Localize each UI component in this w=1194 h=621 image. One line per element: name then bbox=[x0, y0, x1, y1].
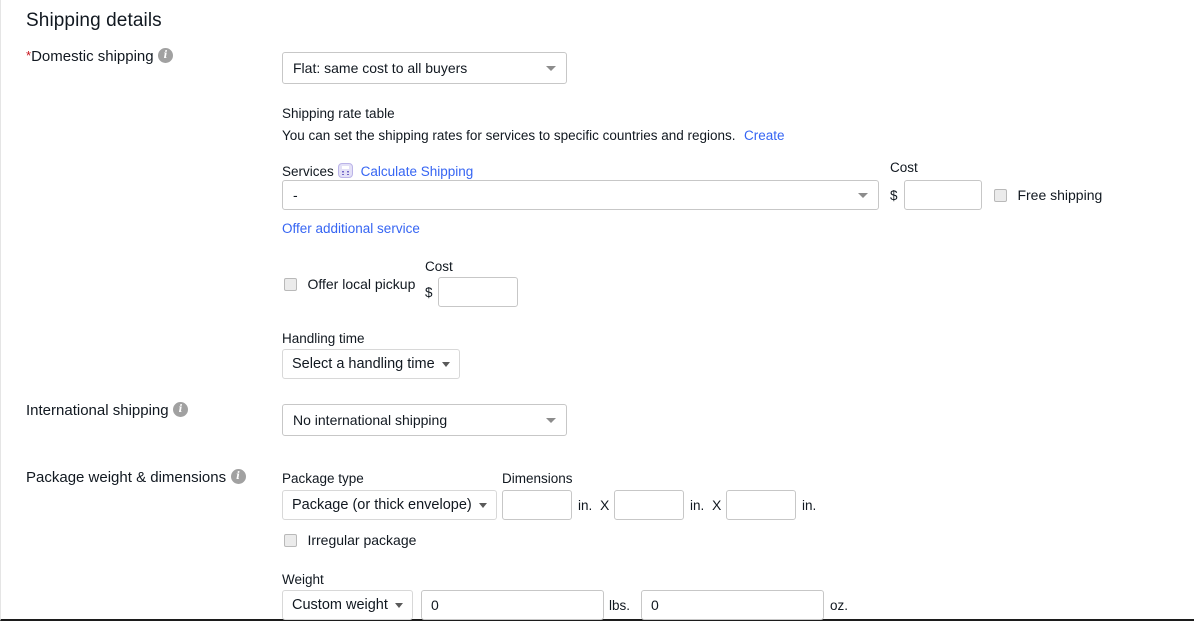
handling-time-select-value: Select a handling time bbox=[292, 356, 435, 372]
chevron-down-icon bbox=[442, 362, 450, 367]
weight-label: Weight bbox=[282, 572, 324, 587]
free-shipping-checkbox[interactable] bbox=[994, 189, 1007, 202]
handling-time-label: Handling time bbox=[282, 331, 365, 346]
shipping-rate-table-description-row: You can set the shipping rates for servi… bbox=[282, 127, 785, 145]
package-weight-dimensions-label: Package weight & dimensions bbox=[26, 469, 226, 486]
weight-lbs-unit: lbs. bbox=[609, 598, 630, 613]
cost-input[interactable] bbox=[904, 180, 982, 210]
package-type-label: Package type bbox=[282, 471, 364, 486]
info-icon-domestic-shipping[interactable]: i bbox=[158, 48, 173, 63]
international-shipping-select-value: No international shipping bbox=[293, 412, 538, 428]
calculator-icon[interactable] bbox=[338, 163, 353, 178]
local-pickup-currency-symbol: $ bbox=[425, 285, 433, 300]
domestic-shipping-label: Domestic shipping bbox=[31, 48, 154, 65]
international-shipping-select[interactable]: No international shipping bbox=[282, 404, 567, 436]
handling-time-select[interactable]: Select a handling time bbox=[282, 349, 460, 379]
dimension-height-unit: in. bbox=[802, 498, 816, 513]
page-title: Shipping details bbox=[26, 10, 162, 32]
domestic-shipping-label-group: *Domestic shipping i bbox=[26, 48, 173, 66]
chevron-down-icon bbox=[395, 603, 403, 608]
dimensions-label: Dimensions bbox=[502, 471, 573, 486]
chevron-down-icon bbox=[546, 418, 556, 423]
cost-currency-symbol: $ bbox=[890, 188, 898, 203]
shipping-rate-table-title: Shipping rate table bbox=[282, 106, 395, 121]
chevron-down-icon bbox=[858, 193, 868, 198]
offer-local-pickup-checkbox[interactable] bbox=[284, 278, 297, 291]
services-label: Services bbox=[282, 164, 334, 179]
dimension-width-unit: in. bbox=[690, 498, 704, 513]
international-shipping-label-group: International shipping i bbox=[26, 402, 188, 420]
dimension-width-input[interactable] bbox=[614, 490, 684, 520]
dimension-length-input[interactable] bbox=[502, 490, 572, 520]
package-weight-dimensions-label-group: Package weight & dimensions i bbox=[26, 469, 246, 487]
irregular-package-checkbox-group[interactable]: Irregular package bbox=[284, 532, 416, 550]
domestic-shipping-select[interactable]: Flat: same cost to all buyers bbox=[282, 52, 567, 84]
package-type-select[interactable]: Package (or thick envelope) bbox=[282, 490, 497, 520]
weight-type-select-value: Custom weight bbox=[292, 597, 388, 613]
weight-lbs-input[interactable] bbox=[421, 590, 604, 620]
irregular-package-label[interactable]: Irregular package bbox=[307, 532, 416, 548]
dimension-separator-2: X bbox=[712, 497, 721, 513]
irregular-package-checkbox[interactable] bbox=[284, 534, 297, 547]
package-type-select-value: Package (or thick envelope) bbox=[292, 497, 472, 513]
cost-label: Cost bbox=[890, 160, 918, 175]
weight-type-select[interactable]: Custom weight bbox=[282, 590, 413, 620]
services-label-group: Services Calculate Shipping bbox=[282, 161, 473, 181]
services-select-value: - bbox=[293, 187, 850, 203]
create-rate-table-link[interactable]: Create bbox=[744, 128, 785, 143]
services-select[interactable]: - bbox=[282, 180, 879, 210]
shipping-details-panel: Shipping details *Domestic shipping i Fl… bbox=[0, 0, 1194, 621]
domestic-shipping-select-value: Flat: same cost to all buyers bbox=[293, 60, 538, 76]
dimension-length-unit: in. bbox=[578, 498, 592, 513]
offer-local-pickup-label[interactable]: Offer local pickup bbox=[307, 276, 415, 292]
international-shipping-label: International shipping bbox=[26, 402, 169, 419]
local-pickup-cost-label: Cost bbox=[425, 259, 453, 274]
free-shipping-label[interactable]: Free shipping bbox=[1017, 187, 1102, 203]
chevron-down-icon bbox=[479, 503, 487, 508]
offer-additional-service-link[interactable]: Offer additional service bbox=[282, 221, 420, 236]
chevron-down-icon bbox=[546, 66, 556, 71]
info-icon-international-shipping[interactable]: i bbox=[173, 402, 188, 417]
required-asterisk: * bbox=[26, 48, 31, 63]
dimension-height-input[interactable] bbox=[726, 490, 796, 520]
weight-oz-input[interactable] bbox=[641, 590, 824, 620]
weight-oz-unit: oz. bbox=[830, 598, 848, 613]
free-shipping-checkbox-group[interactable]: Free shipping bbox=[994, 187, 1102, 205]
local-pickup-checkbox-group[interactable]: Offer local pickup bbox=[284, 276, 415, 294]
shipping-rate-table-description: You can set the shipping rates for servi… bbox=[282, 128, 736, 143]
dimension-separator-1: X bbox=[600, 497, 609, 513]
calculate-shipping-link[interactable]: Calculate Shipping bbox=[361, 164, 474, 179]
local-pickup-cost-input[interactable] bbox=[438, 277, 518, 307]
info-icon-package-weight[interactable]: i bbox=[231, 469, 246, 484]
